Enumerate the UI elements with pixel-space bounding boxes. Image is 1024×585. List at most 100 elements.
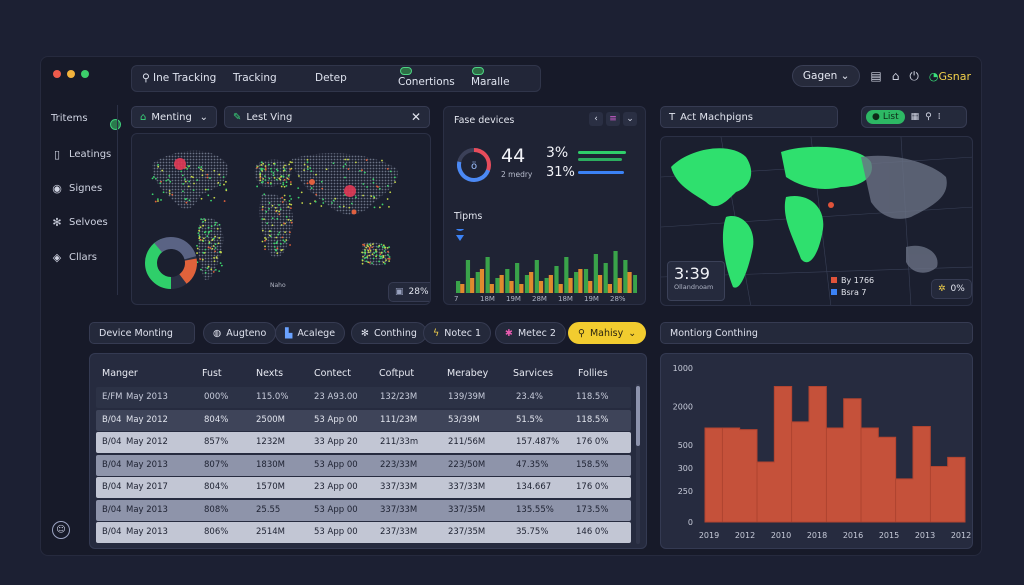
- sidebar-item-cllars[interactable]: ◈ Cllars: [51, 251, 97, 264]
- tipms-bar[interactable]: [485, 257, 490, 293]
- table-header[interactable]: Manger: [102, 368, 138, 379]
- power-icon[interactable]: ⏻: [909, 69, 919, 84]
- table-cell: B/04: [102, 482, 122, 492]
- tipms-bar[interactable]: [465, 260, 471, 293]
- filter-augteno[interactable]: ◍ Augteno: [203, 322, 277, 344]
- tipms-bar[interactable]: [623, 260, 628, 293]
- tipms-bar[interactable]: [538, 281, 544, 293]
- sidebar-item-selvoes[interactable]: ✻ Selvoes: [51, 216, 107, 229]
- heat-dot: [260, 161, 263, 164]
- maximize-dot[interactable]: [81, 70, 89, 78]
- table-header[interactable]: Nexts: [256, 368, 283, 379]
- tipms-bar[interactable]: [489, 284, 494, 293]
- tipms-bar[interactable]: [603, 263, 608, 293]
- tipms-bar[interactable]: [505, 269, 510, 293]
- tipms-bar[interactable]: [470, 278, 475, 293]
- tipms-bar[interactable]: [529, 272, 534, 293]
- chevron-down-icon[interactable]: ⌄: [623, 112, 637, 126]
- hotspot-marker[interactable]: [344, 185, 356, 197]
- filter-mahisy[interactable]: ⚲ Mahisy ⌄: [568, 322, 647, 344]
- table-header[interactable]: Contect: [314, 368, 351, 379]
- tipms-bar[interactable]: [475, 272, 480, 293]
- table-header[interactable]: Merabey: [447, 368, 488, 379]
- tipms-bar[interactable]: [554, 266, 559, 293]
- table-header[interactable]: Follies: [578, 368, 608, 379]
- close-dot[interactable]: [53, 70, 61, 78]
- heat-dot: [264, 167, 267, 169]
- tipms-bar[interactable]: [574, 272, 579, 293]
- tipms-bar[interactable]: [509, 281, 514, 293]
- help-button[interactable]: ☺: [52, 521, 70, 539]
- table-row[interactable]: B/04 May 2012 804% 2500M 53 App 00 111/23M 53/…: [96, 409, 631, 431]
- close-icon[interactable]: ✕: [411, 110, 421, 124]
- sidebar-item-leatings[interactable]: ▯ Leatings: [51, 148, 111, 161]
- minimize-dot[interactable]: [67, 70, 75, 78]
- tipms-bar[interactable]: [627, 272, 632, 293]
- tipms-bar[interactable]: [499, 275, 504, 293]
- tipms-bar[interactable]: [583, 269, 589, 293]
- grid-icon[interactable]: ▦: [911, 112, 920, 122]
- list-toggle[interactable]: ● List: [866, 110, 905, 124]
- user-dropdown[interactable]: Gagen ⌄: [791, 65, 861, 87]
- sidebar-item-tritems[interactable]: Tritems: [51, 113, 88, 124]
- tipms-bar[interactable]: [607, 284, 612, 293]
- map-search-input[interactable]: ✎ Lest Ving ✕: [224, 106, 430, 128]
- tipms-bar[interactable]: [633, 275, 637, 293]
- hotspot-marker[interactable]: [174, 158, 186, 170]
- table-header[interactable]: Coftput: [379, 368, 414, 379]
- tab-tracking[interactable]: Tracking: [233, 72, 277, 84]
- conertions-switch[interactable]: [400, 67, 412, 75]
- layers-icon[interactable]: ≡: [606, 112, 620, 126]
- chevron-left-icon[interactable]: ‹: [589, 112, 603, 126]
- tab-maralle[interactable]: Maralle: [471, 76, 510, 88]
- tipms-bar[interactable]: [548, 275, 553, 293]
- table-row[interactable]: B/04 May 2012 857% 1232M 33 App 20 211/33m 211…: [96, 432, 631, 453]
- tipms-bar[interactable]: [578, 269, 583, 293]
- hotspot-marker[interactable]: [309, 179, 315, 185]
- tipms-bar[interactable]: [613, 251, 618, 293]
- table-header[interactable]: Sarvices: [513, 368, 553, 379]
- tipms-bar[interactable]: [479, 269, 485, 293]
- table-row[interactable]: E/FM May 2013 000% 115.0% 23 A93.00 132/23M 13…: [96, 387, 631, 408]
- table-header[interactable]: Fust: [202, 368, 222, 379]
- tipms-bar[interactable]: [558, 284, 563, 293]
- tipms-bar[interactable]: [524, 275, 530, 293]
- tipms-bar[interactable]: [588, 281, 593, 293]
- tipms-bar[interactable]: [456, 281, 461, 293]
- table-row[interactable]: B/04 May 2013 806% 2514M 53 App 00 237/33M 237…: [96, 522, 631, 543]
- heat-dot: [362, 255, 364, 258]
- search-icon[interactable]: ⚲: [925, 112, 932, 122]
- tipms-bar[interactable]: [544, 278, 549, 293]
- table-scrollbar-thumb[interactable]: [636, 386, 640, 446]
- filter-icon[interactable]: ⁞: [938, 112, 941, 122]
- tipms-bar[interactable]: [617, 278, 622, 293]
- maralle-switch[interactable]: [472, 67, 484, 75]
- table-row[interactable]: B/04 May 2013 807% 1830M 53 App 00 223/33M 223…: [96, 454, 631, 476]
- tab-ine-tracking[interactable]: ⚲ Ine Tracking: [142, 72, 216, 84]
- area-series[interactable]: [705, 386, 965, 522]
- leaf-icon: ✎: [233, 111, 242, 123]
- tipms-bar[interactable]: [597, 275, 603, 293]
- table-row[interactable]: B/04 May 2017 804% 1570M 23 App 00 337/33M 337…: [96, 477, 631, 498]
- tipms-bar[interactable]: [564, 257, 569, 293]
- tipms-bar[interactable]: [593, 254, 598, 293]
- filter-notec-1[interactable]: ϟ Notec 1: [423, 322, 492, 344]
- tab-detep[interactable]: Detep: [315, 72, 347, 84]
- tipms-bar[interactable]: [534, 260, 539, 293]
- tab-conertions[interactable]: Conertions: [398, 76, 455, 88]
- hotspot-marker[interactable]: [351, 209, 357, 215]
- lock-icon[interactable]: ⌂: [892, 69, 900, 83]
- filter-conthing[interactable]: ✻ Conthing: [351, 322, 427, 344]
- filter-metec-2[interactable]: ✱ Metec 2: [495, 322, 566, 344]
- map-mode-dropdown[interactable]: ⌂ Menting ⌄: [131, 106, 217, 128]
- tipms-bar[interactable]: [460, 284, 465, 293]
- tipms-bar[interactable]: [515, 263, 520, 293]
- clipboard-icon[interactable]: ▤: [870, 69, 881, 83]
- tipms-bar[interactable]: [519, 284, 524, 293]
- filter-acalege[interactable]: ▙ Acalege: [275, 322, 346, 344]
- table-row[interactable]: B/04 May 2013 808% 25.55 53 App 00 337/33M 337…: [96, 499, 631, 521]
- tipms-bar[interactable]: [495, 278, 500, 293]
- sidebar-item-signes[interactable]: ◉ Signes: [51, 182, 102, 195]
- heat-dot: [359, 169, 361, 172]
- tipms-bar[interactable]: [568, 278, 573, 293]
